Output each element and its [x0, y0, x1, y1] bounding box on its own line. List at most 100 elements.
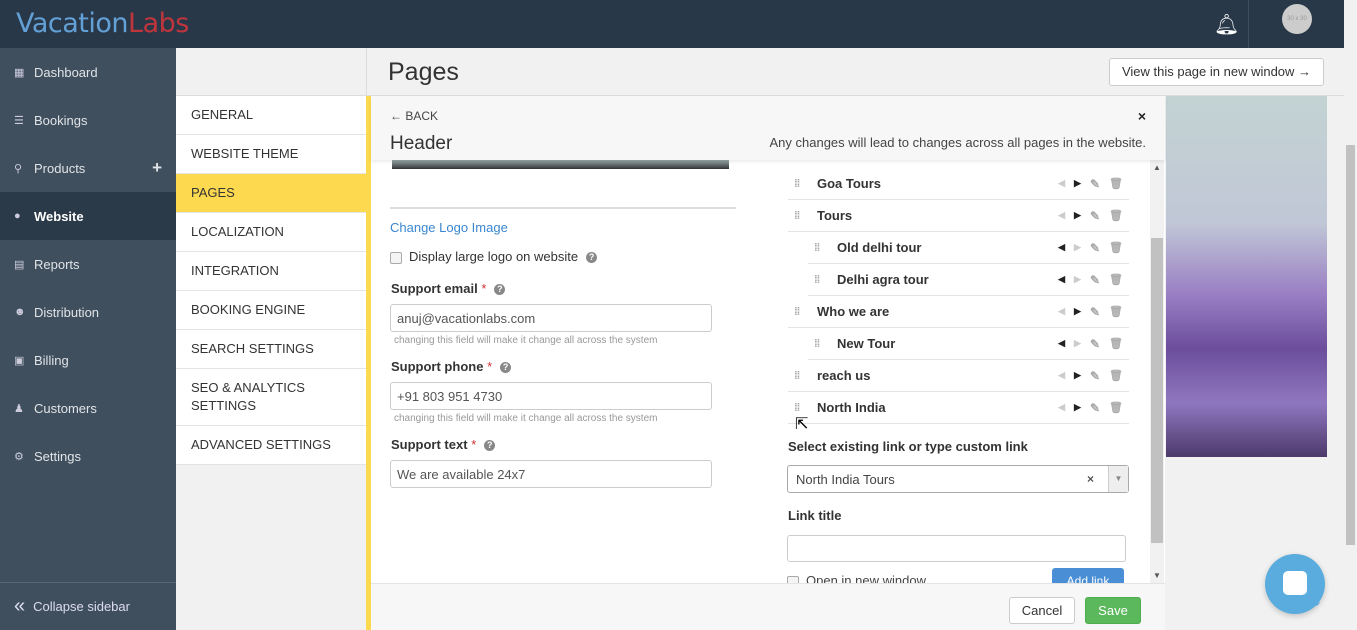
sidebar-item-distribution[interactable]: ☻ Distribution [0, 288, 176, 336]
menu-item-row[interactable]: ⁞⁞ Old delhi tour ◀ ▶ ✎ 🗑︎ [808, 232, 1129, 264]
menu-item-row[interactable]: ⁞⁞ Goa Tours ◀ ▶ ✎ 🗑︎ [788, 168, 1129, 200]
submenu-pages[interactable]: PAGES [176, 174, 366, 213]
menu-item-row[interactable]: ⁞⁞ North India ◀ ▶ ✎ 🗑︎ [788, 392, 1129, 424]
sidebar-item-bookings[interactable]: ☰ Bookings [0, 96, 176, 144]
link-title-input[interactable] [787, 535, 1126, 562]
avatar[interactable]: 30 x 30 [1282, 4, 1312, 34]
indent-icon[interactable]: ▶ [1074, 178, 1081, 189]
edit-icon[interactable]: ✎ [1090, 305, 1100, 319]
outdent-icon[interactable]: ◀ [1058, 242, 1065, 253]
chat-launcher-button[interactable] [1265, 554, 1325, 614]
scroll-up-icon[interactable]: ▲ [1153, 163, 1161, 172]
outdent-icon[interactable]: ◀ [1058, 338, 1065, 349]
back-link[interactable]: ← BACK [390, 109, 438, 123]
sidebar-item-settings[interactable]: ⚙ Settings [0, 432, 176, 480]
submenu-general[interactable]: GENERAL [176, 96, 366, 135]
save-button[interactable]: Save [1085, 597, 1141, 624]
panel-scrollbar[interactable]: ▲ ▼ [1150, 160, 1164, 583]
help-icon[interactable]: ? [494, 284, 506, 296]
sidebar-item-reports[interactable]: ▤ Reports [0, 240, 176, 288]
scroll-down-icon[interactable]: ▼ [1153, 571, 1161, 580]
close-icon[interactable]: × [1138, 108, 1146, 124]
collapse-sidebar-button[interactable]: « Collapse sidebar [0, 582, 176, 630]
edit-icon[interactable]: ✎ [1090, 273, 1100, 287]
trash-icon[interactable]: 🗑︎ [1109, 241, 1123, 254]
large-logo-checkbox[interactable] [390, 251, 402, 264]
indent-icon[interactable]: ▶ [1074, 402, 1081, 413]
outdent-icon[interactable]: ◀ [1058, 210, 1065, 221]
drag-handle-icon[interactable]: ⁞⁞ [808, 338, 837, 350]
drag-handle-icon[interactable]: ⁞⁞ [788, 306, 817, 318]
help-icon[interactable]: ? [586, 252, 598, 264]
indent-icon[interactable]: ▶ [1074, 370, 1081, 381]
sidebar-item-billing[interactable]: ▣ Billing [0, 336, 176, 384]
link-select[interactable]: North India Tours × ▼ [787, 465, 1129, 493]
submenu-search-settings[interactable]: SEARCH SETTINGS [176, 330, 366, 369]
indent-icon[interactable]: ▶ [1074, 210, 1081, 221]
submenu-localization[interactable]: LOCALIZATION [176, 213, 366, 252]
drag-handle-icon[interactable]: ⁞⁞ [788, 210, 817, 222]
drag-handle-icon[interactable]: ⁞⁞ [788, 370, 817, 382]
drag-handle-icon[interactable]: ⁞⁞ [808, 274, 837, 286]
open-new-window-checkbox[interactable] [787, 575, 799, 583]
submenu-integration[interactable]: INTEGRATION [176, 252, 366, 291]
indent-icon[interactable]: ▶ [1074, 306, 1081, 317]
help-icon[interactable]: ? [500, 362, 512, 374]
trash-icon[interactable]: 🗑︎ [1109, 273, 1123, 286]
outdent-icon[interactable]: ◀ [1058, 178, 1065, 189]
menu-item-row[interactable]: ⁞⁞ New Tour ◀ ▶ ✎ 🗑︎ [808, 328, 1129, 360]
submenu-seo-analytics[interactable]: SEO & ANALYTICS SETTINGS [176, 369, 366, 426]
edit-icon[interactable]: ✎ [1090, 337, 1100, 351]
edit-icon[interactable]: ✎ [1090, 241, 1100, 255]
submenu-booking-engine[interactable]: BOOKING ENGINE [176, 291, 366, 330]
menu-item-row[interactable]: ⁞⁞ Delhi agra tour ◀ ▶ ✎ 🗑︎ [808, 264, 1129, 296]
support-email-input[interactable]: anuj@vacationlabs.com [390, 304, 712, 332]
menu-item-row[interactable]: ⁞⁞ Tours ◀ ▶ ✎ 🗑︎ [788, 200, 1129, 232]
view-in-new-window-button[interactable]: View this page in new window → [1109, 58, 1324, 86]
page-scrollbar[interactable] [1344, 0, 1357, 630]
large-logo-checkbox-row[interactable]: Display large logo on website? [390, 249, 598, 264]
indent-icon[interactable]: ▶ [1074, 274, 1081, 285]
submenu-advanced-settings[interactable]: ADVANCED SETTINGS [176, 426, 366, 465]
drag-handle-icon[interactable]: ⁞⁞ [808, 242, 837, 254]
open-new-window-row[interactable]: Open in new window [787, 573, 926, 583]
bell-icon[interactable]: 🔔︎ [1214, 12, 1239, 37]
edit-icon[interactable]: ✎ [1090, 209, 1100, 223]
edit-icon[interactable]: ✎ [1090, 177, 1100, 191]
indent-icon[interactable]: ▶ [1074, 338, 1081, 349]
plus-icon[interactable]: + [152, 158, 162, 178]
trash-icon[interactable]: 🗑︎ [1109, 209, 1123, 222]
trash-icon[interactable]: 🗑︎ [1109, 337, 1123, 350]
trash-icon[interactable]: 🗑︎ [1109, 177, 1123, 190]
drag-handle-icon[interactable]: ⁞⁞ [788, 402, 817, 414]
menu-item-row[interactable]: ⁞⁞ Who we are ◀ ▶ ✎ 🗑︎ [788, 296, 1129, 328]
support-phone-input[interactable]: +91 803 951 4730 [390, 382, 712, 410]
help-icon[interactable]: ? [484, 440, 496, 452]
outdent-icon[interactable]: ◀ [1058, 274, 1065, 285]
drag-handle-icon[interactable]: ⁞⁞ [788, 178, 817, 190]
trash-icon[interactable]: 🗑︎ [1109, 369, 1123, 382]
sidebar-item-products[interactable]: ⚲ Products + [0, 144, 176, 192]
change-logo-link[interactable]: Change Logo Image [390, 220, 508, 235]
sidebar-item-website[interactable]: ● Website [0, 192, 176, 240]
trash-icon[interactable]: 🗑︎ [1109, 401, 1123, 414]
scroll-thumb[interactable] [1346, 145, 1355, 545]
outdent-icon[interactable]: ◀ [1058, 402, 1065, 413]
chevron-down-icon[interactable]: ▼ [1108, 466, 1128, 492]
sidebar-item-customers[interactable]: ♟ Customers [0, 384, 176, 432]
trash-icon[interactable]: 🗑︎ [1109, 305, 1123, 318]
support-text-input[interactable]: We are available 24x7 [390, 460, 712, 488]
edit-icon[interactable]: ✎ [1090, 401, 1100, 415]
edit-icon[interactable]: ✎ [1090, 369, 1100, 383]
indent-icon[interactable]: ▶ [1074, 242, 1081, 253]
clear-icon[interactable]: × [1087, 472, 1094, 486]
sidebar-item-dashboard[interactable]: ▦ Dashboard [0, 48, 176, 96]
menu-item-row[interactable]: ⁞⁞ reach us ◀ ▶ ✎ 🗑︎ [788, 360, 1129, 392]
logo[interactable]: VacationLabs [16, 8, 189, 39]
submenu-website-theme[interactable]: WEBSITE THEME [176, 135, 366, 174]
outdent-icon[interactable]: ◀ [1058, 370, 1065, 381]
cancel-button[interactable]: Cancel [1009, 597, 1075, 624]
outdent-icon[interactable]: ◀ [1058, 306, 1065, 317]
add-link-button[interactable]: Add link [1052, 568, 1124, 583]
scroll-thumb[interactable] [1151, 238, 1163, 543]
